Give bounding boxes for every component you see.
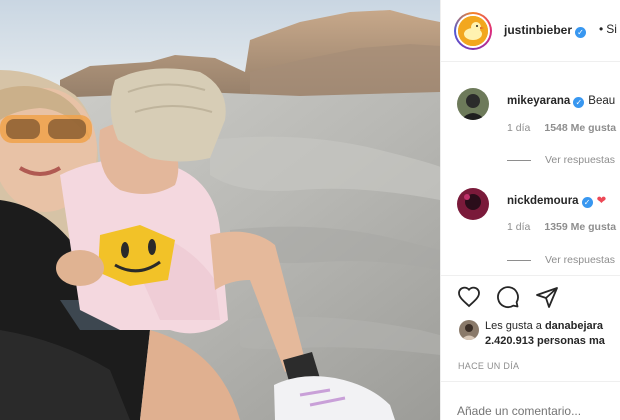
post-header: justinbieber ✓ • Si <box>441 0 620 62</box>
replies-line <box>507 159 531 161</box>
verified-icon: ✓ <box>573 97 585 108</box>
add-comment-input[interactable] <box>457 404 617 418</box>
share-icon[interactable] <box>535 285 559 309</box>
follow-button[interactable]: • Si <box>599 22 617 36</box>
post-sidebar: justinbieber ✓ • Si mikeyarana ✓ Beau 1 día 1… <box>440 0 620 420</box>
view-replies-label[interactable]: Ver respuestas <box>545 154 615 166</box>
mikeyarana-avatar-image <box>457 88 489 120</box>
likes-text: Les gusta a danabejara <box>485 320 603 332</box>
comment-likes[interactable]: 1548 Me gusta <box>544 122 616 134</box>
add-comment-bar <box>441 381 620 420</box>
comment-likes[interactable]: 1359 Me gusta <box>544 221 616 233</box>
rubber-duck-icon <box>458 16 488 46</box>
red-heart-emoji-icon: ❤ <box>596 195 607 207</box>
view-replies-button[interactable]: Ver respuestas <box>507 254 615 266</box>
liker-avatar-image <box>459 320 479 340</box>
actions-divider <box>441 275 620 276</box>
comment-avatar[interactable] <box>457 88 489 120</box>
comment-username-text[interactable]: nickdemoura <box>507 195 579 207</box>
liker-username[interactable]: danabejara <box>545 320 603 332</box>
nickdemoura-avatar-image <box>457 188 489 220</box>
author-username-text[interactable]: justinbieber <box>504 23 572 37</box>
comment-username[interactable]: nickdemoura ✓ ❤ <box>507 193 610 208</box>
likes-summary[interactable]: Les gusta a danabejara 2.420.913 persona… <box>459 318 620 352</box>
follow-label[interactable]: Si <box>606 22 617 36</box>
heart-icon[interactable] <box>457 285 481 309</box>
author-username[interactable]: justinbieber ✓ <box>504 23 587 38</box>
comment-username-text[interactable]: mikeyarana <box>507 95 570 107</box>
comment-meta: 1 día 1548 Me gusta <box>507 122 616 134</box>
verified-icon: ✓ <box>575 27 587 38</box>
comment-time: 1 día <box>507 122 531 134</box>
comment-text: Beau <box>588 95 616 107</box>
comment-username[interactable]: mikeyarana ✓ Beau <box>507 95 615 108</box>
post-photo-image <box>0 0 440 420</box>
separator-dot: • <box>599 22 604 36</box>
likes-prefix: Les gusta a <box>485 320 542 332</box>
liker-avatar[interactable] <box>459 320 479 340</box>
likes-count[interactable]: 2.420.913 personas ma <box>485 335 605 347</box>
post-photo[interactable] <box>0 0 440 420</box>
comment-meta: 1 día 1359 Me gusta <box>507 221 616 233</box>
replies-line <box>507 259 531 261</box>
comment-time: 1 día <box>507 221 531 233</box>
view-replies-label[interactable]: Ver respuestas <box>545 254 615 266</box>
author-avatar[interactable] <box>454 12 492 50</box>
comment-avatar[interactable] <box>457 188 489 220</box>
post-timestamp[interactable]: HACE UN DÍA <box>458 361 519 371</box>
comment-icon[interactable] <box>496 285 520 309</box>
view-replies-button[interactable]: Ver respuestas <box>507 154 615 166</box>
verified-icon: ✓ <box>581 197 593 208</box>
